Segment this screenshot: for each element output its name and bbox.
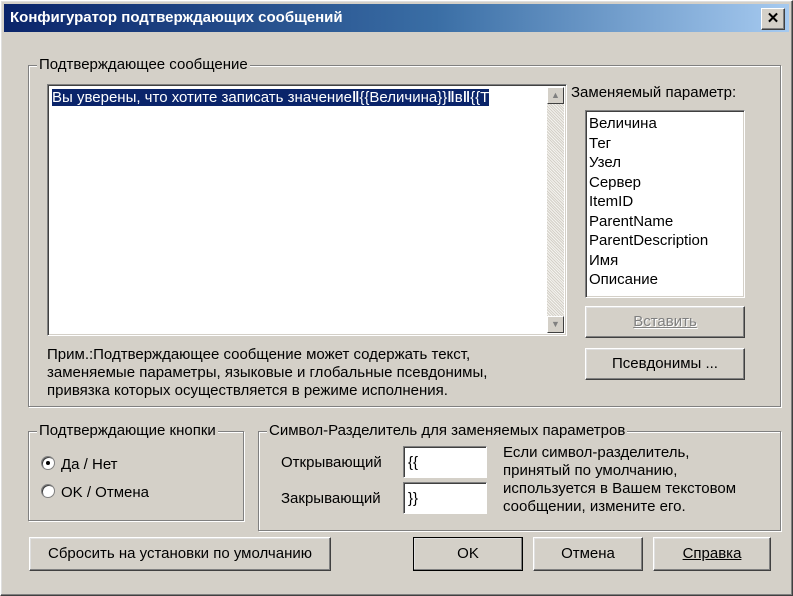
param-item[interactable]: Имя bbox=[589, 251, 741, 271]
separator-hint: Если символ-разделитель, принятый по умо… bbox=[503, 444, 736, 516]
separator-group: Символ-Разделитель для заменяемых параме… bbox=[258, 422, 781, 531]
hint-line: используется в Вашем текстовом bbox=[503, 480, 737, 497]
param-item[interactable]: Тег bbox=[589, 134, 741, 154]
help-button[interactable]: Справка bbox=[653, 537, 771, 571]
radio-selected-icon[interactable] bbox=[41, 456, 55, 470]
opening-delimiter-input[interactable] bbox=[403, 446, 487, 478]
cancel-button[interactable]: Отмена bbox=[533, 537, 643, 571]
message-text-word: в bbox=[454, 89, 463, 106]
aliases-button-label: Псевдонимы ... bbox=[612, 355, 718, 372]
note-line: Прим.:Подтверждающее сообщение может сод… bbox=[47, 346, 471, 363]
dialog-window: Конфигуратор подтверждающих сообщений ✕ … bbox=[0, 0, 793, 596]
hint-line: сообщении, измените его. bbox=[503, 498, 686, 515]
param-item[interactable]: Описание bbox=[589, 270, 741, 290]
param-item[interactable]: Узел bbox=[589, 153, 741, 173]
hint-line: Если символ-разделитель, bbox=[503, 444, 690, 461]
message-group-legend: Подтверждающее сообщение bbox=[37, 56, 250, 73]
help-button-label: Справка bbox=[682, 545, 742, 562]
note-line: привязка которых осуществляется в режиме… bbox=[47, 382, 448, 399]
message-text-plain: Вы уверены, что хотите записать значение bbox=[52, 89, 352, 106]
confirm-buttons-group: Подтверждающие кнопки Да / Нет OK / Отме… bbox=[28, 422, 244, 521]
radio-yes-no-label: Да / Нет bbox=[61, 456, 118, 473]
insert-button-label: Вставить bbox=[633, 313, 697, 330]
params-listbox[interactable]: Величина Тег Узел Сервер ItemID ParentNa… bbox=[585, 110, 745, 298]
note-line: заменяемые параметры, языковые и глобаль… bbox=[47, 364, 488, 381]
message-token-tag: {{Т bbox=[470, 89, 490, 106]
radio-ok-cancel-label: OK / Отмена bbox=[61, 484, 149, 501]
message-textarea[interactable]: Вы уверены, что хотите записать значение… bbox=[47, 84, 567, 336]
message-token-value: {{Величина}} bbox=[359, 89, 448, 106]
radio-unselected-icon[interactable] bbox=[41, 484, 55, 498]
aliases-button[interactable]: Псевдонимы ... bbox=[585, 348, 745, 380]
insert-button[interactable]: Вставить bbox=[585, 306, 745, 338]
arrow-up-icon: ▲ bbox=[551, 90, 560, 100]
scroll-down-button[interactable]: ▼ bbox=[547, 316, 564, 333]
message-scrollbar[interactable]: ▲ ▼ bbox=[547, 87, 564, 333]
param-item[interactable]: Сервер bbox=[589, 173, 741, 193]
params-label: Заменяемый параметр: bbox=[571, 84, 737, 101]
message-group: Подтверждающее сообщение Вы уверены, что… bbox=[28, 56, 781, 407]
reset-defaults-label: Сбросить на установки по умолчанию bbox=[48, 545, 312, 562]
param-item[interactable]: ParentDescription bbox=[589, 231, 741, 251]
title-bar[interactable]: Конфигуратор подтверждающих сообщений ✕ bbox=[4, 4, 789, 32]
param-item[interactable]: ParentName bbox=[589, 212, 741, 232]
window-title: Конфигуратор подтверждающих сообщений bbox=[10, 9, 343, 26]
cancel-button-label: Отмена bbox=[561, 545, 615, 562]
param-item[interactable]: ItemID bbox=[589, 192, 741, 212]
arrow-down-icon: ▼ bbox=[551, 319, 560, 329]
radio-ok-cancel[interactable]: OK / Отмена bbox=[41, 484, 149, 501]
close-icon: ✕ bbox=[766, 10, 780, 27]
closing-delimiter-input[interactable] bbox=[403, 482, 487, 514]
reset-defaults-button[interactable]: Сбросить на установки по умолчанию bbox=[29, 537, 331, 571]
confirm-buttons-legend: Подтверждающие кнопки bbox=[37, 422, 218, 439]
hint-line: принятый по умолчанию, bbox=[503, 462, 678, 479]
ok-button-label: OK bbox=[457, 545, 479, 562]
ok-button[interactable]: OK bbox=[413, 537, 523, 571]
opening-label: Открывающий bbox=[281, 454, 382, 471]
closing-label: Закрывающий bbox=[281, 490, 381, 507]
message-note: Прим.:Подтверждающее сообщение может сод… bbox=[47, 346, 487, 400]
separator-legend: Символ-Разделитель для заменяемых параме… bbox=[267, 422, 628, 439]
message-text: Вы уверены, что хотите записать значение… bbox=[52, 89, 490, 106]
close-button[interactable]: ✕ bbox=[761, 8, 785, 30]
radio-yes-no[interactable]: Да / Нет bbox=[41, 456, 118, 473]
scroll-up-button[interactable]: ▲ bbox=[547, 87, 564, 104]
param-item[interactable]: Величина bbox=[589, 114, 741, 134]
